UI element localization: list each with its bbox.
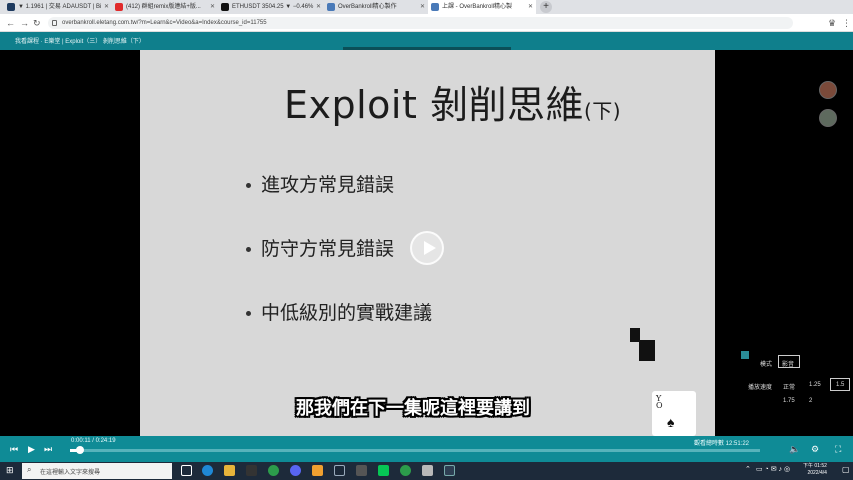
- extension-icon[interactable]: ♛: [828, 17, 836, 29]
- tab-label: (412) 群組remix版連結+版...: [126, 4, 201, 10]
- mode-label: 模式: [760, 362, 773, 368]
- avatar[interactable]: [819, 109, 837, 127]
- breadcrumb: 我看課程 · E樂堂 | Exploit（三） 剝削思維（下）: [15, 39, 145, 45]
- slide-title-sub: (下): [583, 99, 622, 123]
- close-icon[interactable]: ✕: [104, 0, 109, 14]
- play-icon[interactable]: ▶: [28, 444, 35, 454]
- search-icon: ⌕: [27, 465, 32, 474]
- app-icon[interactable]: [246, 465, 257, 476]
- menu-icon[interactable]: ⋮: [842, 17, 851, 29]
- seek-bar[interactable]: [70, 449, 760, 452]
- app-icon[interactable]: [312, 465, 323, 476]
- tab-label: OverBankroll精心製作: [338, 4, 397, 10]
- subtitle-caption: 那我們在下一集呢這裡要講到: [296, 398, 530, 419]
- tab-youtube[interactable]: (412) 群組remix版連結+版... ✕: [112, 0, 218, 14]
- lock-icon: [52, 20, 57, 26]
- speed-option-1-75[interactable]: 1.75: [783, 398, 795, 404]
- fullscreen-icon[interactable]: ⛶: [835, 444, 841, 454]
- clock-time: 下午 01:52: [803, 463, 827, 469]
- task-view-icon[interactable]: [181, 465, 192, 476]
- taskbar-clock[interactable]: 下午 01:52 2022/4/4: [803, 463, 827, 477]
- close-icon[interactable]: ✕: [528, 0, 533, 14]
- tray-icons[interactable]: ▭ ◔ ✉ ♪ ◎: [756, 465, 790, 473]
- play-overlay-button[interactable]: [410, 231, 444, 265]
- slide-bullet: 進攻方常見錯誤: [246, 170, 394, 197]
- chrome-icon[interactable]: [268, 465, 279, 476]
- avatar[interactable]: [819, 81, 837, 99]
- tab-ethusdt[interactable]: ETHUSDT 3504.25 ▼ −0.46% ✕: [218, 0, 324, 14]
- favicon-icon: [7, 3, 15, 11]
- file-explorer-icon[interactable]: [224, 465, 235, 476]
- slide-bullet: 中低級別的實戰建議: [246, 298, 432, 325]
- cursor-icon: [741, 351, 749, 359]
- speed-option-2[interactable]: 2: [809, 398, 812, 404]
- close-icon[interactable]: ✕: [316, 0, 321, 14]
- app-icon[interactable]: [422, 465, 433, 476]
- edge-icon[interactable]: [202, 465, 213, 476]
- timecode: 0:00:11 / 0:24:19: [71, 438, 116, 444]
- bullet-text: 進攻方常見錯誤: [261, 174, 395, 196]
- close-icon[interactable]: ✕: [210, 0, 215, 14]
- tab-current-lesson[interactable]: 上課 - OverBankroll精心製 ✕: [428, 0, 536, 14]
- gear-icon[interactable]: ⚙: [811, 444, 819, 454]
- tray-chevron-icon[interactable]: ⌃: [745, 465, 751, 473]
- speed-option-1-25[interactable]: 1.25: [809, 382, 821, 388]
- app-icon[interactable]: [444, 465, 455, 476]
- speed-option-1-5[interactable]: 1.5: [836, 382, 844, 388]
- volume-icon[interactable]: 🔈: [789, 444, 800, 454]
- new-tab-button[interactable]: +: [540, 1, 552, 13]
- forward-icon[interactable]: →: [20, 17, 29, 29]
- favicon-icon: [431, 3, 439, 11]
- favicon-icon: [327, 3, 335, 11]
- back-icon[interactable]: ←: [6, 17, 15, 29]
- tab-label: 上課 - OverBankroll精心製: [442, 4, 513, 10]
- taskbar-search-placeholder: 在這裡輸入文字來搜尋: [40, 470, 101, 476]
- tab-label: ▼ 1.1961 | 交易 ADAUSDT | Bi: [18, 4, 102, 10]
- windows-start-icon[interactable]: ⊞: [6, 465, 14, 476]
- next-icon[interactable]: ⏭: [44, 444, 52, 454]
- bullet-dot: [246, 247, 251, 252]
- line-icon[interactable]: [378, 465, 389, 476]
- youtube-icon: [115, 3, 123, 11]
- close-icon[interactable]: ✕: [420, 0, 425, 14]
- reload-icon[interactable]: ↻: [33, 17, 41, 29]
- url-text: overbankroll.eletang.com.tw/?m=Learn&c=V…: [62, 20, 267, 26]
- total-watch-time: 觀看總時數 12:51:22: [694, 441, 750, 447]
- clock-date: 2022/4/4: [807, 470, 827, 476]
- bullet-dot: [246, 183, 251, 188]
- tab-adausdt[interactable]: ▼ 1.1961 | 交易 ADAUSDT | Bi ✕: [4, 0, 112, 14]
- bullet-text: 中低級別的實戰建議: [261, 302, 433, 324]
- app-icon[interactable]: [356, 465, 367, 476]
- previous-icon[interactable]: ⏮: [10, 444, 18, 454]
- slide-title: Exploit 剝削思維(下): [284, 74, 621, 129]
- discord-icon[interactable]: [290, 465, 301, 476]
- chrome-icon[interactable]: [400, 465, 411, 476]
- speed-label: 播放速度: [748, 385, 773, 391]
- tradingview-icon: [221, 3, 229, 11]
- spade-icon: ♠: [667, 414, 675, 430]
- speed-option-normal[interactable]: 正常: [783, 382, 795, 391]
- steam-icon[interactable]: [334, 465, 345, 476]
- slide-decoration: [639, 340, 655, 361]
- tab-label: ETHUSDT 3504.25 ▼ −0.46%: [232, 4, 314, 10]
- tab-overbankroll[interactable]: OverBankroll精心製作 ✕: [324, 0, 428, 14]
- address-bar[interactable]: overbankroll.eletang.com.tw/?m=Learn&c=V…: [48, 17, 793, 29]
- bullet-dot: [246, 311, 251, 316]
- bullet-text: 防守方常見錯誤: [261, 238, 395, 260]
- notification-icon[interactable]: ▢: [842, 465, 850, 474]
- slide-bullet: 防守方常見錯誤: [246, 234, 394, 261]
- slide-title-main: Exploit 剝削思維: [284, 83, 584, 127]
- card-rank: YO: [656, 394, 663, 410]
- mode-value: 影音: [782, 362, 795, 368]
- seek-handle[interactable]: [76, 446, 84, 454]
